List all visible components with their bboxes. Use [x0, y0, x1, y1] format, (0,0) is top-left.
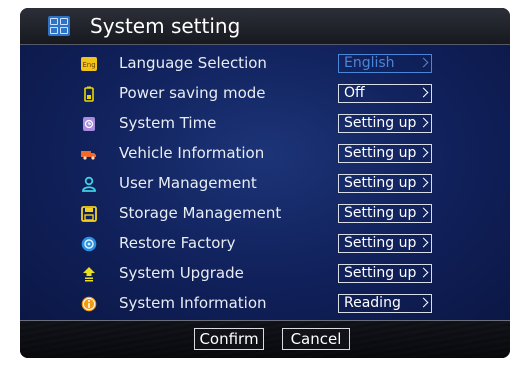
- row-value-text: Setting up: [344, 265, 417, 281]
- chevron-right-icon: [418, 117, 429, 128]
- system-information-value-button[interactable]: Reading: [338, 294, 432, 313]
- confirm-button[interactable]: Confirm: [194, 328, 264, 350]
- row-value-text: Setting up: [344, 235, 417, 251]
- row-label: Restore Factory: [119, 234, 236, 252]
- row-language-selection[interactable]: Eng Language Selection English: [20, 49, 510, 79]
- title-bar: System setting: [20, 8, 510, 45]
- row-label: User Management: [119, 174, 257, 192]
- row-label: System Information: [119, 294, 267, 312]
- user-icon: [81, 176, 97, 192]
- row-system-upgrade[interactable]: System Upgrade Setting up: [20, 259, 510, 289]
- chevron-right-icon: [418, 87, 429, 98]
- language-value-button[interactable]: English: [338, 54, 432, 73]
- row-label: System Time: [119, 114, 217, 132]
- row-label: Language Selection: [119, 54, 267, 72]
- row-label: System Upgrade: [119, 264, 244, 282]
- language-icon: Eng: [81, 56, 97, 72]
- row-system-time[interactable]: System Time Setting up: [20, 109, 510, 139]
- chevron-right-icon: [418, 237, 429, 248]
- settings-list: Eng Language Selection English Power sav…: [20, 45, 510, 320]
- battery-icon: [81, 86, 97, 102]
- info-icon: [81, 296, 97, 312]
- system-time-value-button[interactable]: Setting up: [338, 114, 432, 133]
- row-power-saving-mode[interactable]: Power saving mode Off: [20, 79, 510, 109]
- svg-text:Eng: Eng: [82, 61, 95, 69]
- truck-icon: [81, 146, 97, 162]
- clock-icon: [81, 116, 97, 132]
- row-vehicle-information[interactable]: Vehicle Information Setting up: [20, 139, 510, 169]
- upgrade-icon: [81, 266, 97, 282]
- chevron-right-icon: [418, 297, 429, 308]
- row-value-text: Setting up: [344, 115, 417, 131]
- row-storage-management[interactable]: Storage Management Setting up: [20, 199, 510, 229]
- row-label: Storage Management: [119, 204, 282, 222]
- row-value-text: Setting up: [344, 175, 417, 191]
- row-value-text: English: [344, 55, 395, 71]
- restore-icon: [81, 236, 97, 252]
- user-management-value-button[interactable]: Setting up: [338, 174, 432, 193]
- vehicle-information-value-button[interactable]: Setting up: [338, 144, 432, 163]
- chevron-right-icon: [418, 177, 429, 188]
- cancel-button[interactable]: Cancel: [282, 328, 350, 350]
- row-user-management[interactable]: User Management Setting up: [20, 169, 510, 199]
- row-value-text: Setting up: [344, 205, 417, 221]
- system-upgrade-value-button[interactable]: Setting up: [338, 264, 432, 283]
- chevron-right-icon: [418, 147, 429, 158]
- footer-bar: Confirm Cancel: [20, 320, 510, 358]
- page-title: System setting: [90, 14, 241, 38]
- settings-grid-icon: [48, 16, 70, 36]
- chevron-right-icon: [418, 207, 429, 218]
- restore-factory-value-button[interactable]: Setting up: [338, 234, 432, 253]
- storage-management-value-button[interactable]: Setting up: [338, 204, 432, 223]
- chevron-right-icon: [418, 57, 429, 68]
- row-label: Power saving mode: [119, 84, 266, 102]
- save-icon: [81, 206, 97, 222]
- chevron-right-icon: [418, 267, 429, 278]
- system-setting-dialog: System setting Eng Language Selection En…: [20, 8, 510, 358]
- row-label: Vehicle Information: [119, 144, 265, 162]
- row-restore-factory[interactable]: Restore Factory Setting up: [20, 229, 510, 259]
- row-value-text: Setting up: [344, 145, 417, 161]
- power-saving-value-button[interactable]: Off: [338, 84, 432, 103]
- row-value-text: Off: [344, 85, 365, 101]
- row-system-information[interactable]: System Information Reading: [20, 289, 510, 319]
- row-value-text: Reading: [344, 295, 401, 311]
